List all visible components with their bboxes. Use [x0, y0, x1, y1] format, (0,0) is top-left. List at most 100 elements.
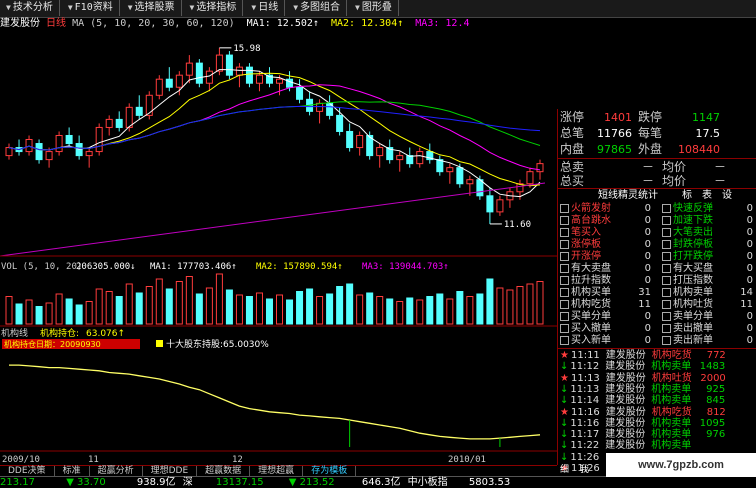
- candle: [316, 99, 324, 124]
- elf-value: 0: [644, 251, 651, 262]
- price-low-label: 11.60: [504, 220, 531, 230]
- status-board[interactable]: 中小板指: [408, 477, 448, 488]
- elf-item-left[interactable]: 机构吃货 11: [560, 299, 651, 311]
- status-amount-1: 938.9亿: [136, 477, 176, 488]
- chevron-down-icon: ▼: [251, 3, 257, 12]
- elf-item-left[interactable]: 涨停板 0: [560, 239, 651, 251]
- candle: [446, 163, 454, 184]
- elf-value: 0: [746, 323, 753, 334]
- toolbar-button-4[interactable]: ▼ 日线: [245, 0, 286, 16]
- checkbox-icon: [560, 323, 569, 333]
- toolbar-button-0[interactable]: ▼ 技术分析: [0, 0, 60, 16]
- elf-item-left[interactable]: 机构买单 31: [560, 287, 651, 299]
- right-tabs: 细 我: [560, 465, 589, 476]
- elf-tab-3[interactable]: 设: [722, 190, 732, 201]
- elf-label: 卖单分单: [673, 311, 713, 322]
- ma-line-20: [8, 84, 541, 171]
- volume-bar: [235, 294, 243, 325]
- tick-row[interactable]: ↓ 11:14 建发股份 机构卖单 845: [560, 395, 725, 407]
- stock-chart[interactable]: 15.98 11.60 VOL (5, 10, 20) 206305.000↓ …: [0, 31, 557, 465]
- elf-item-left[interactable]: 拉升指数 0: [560, 275, 651, 287]
- elf-tab-2[interactable]: 表: [702, 190, 712, 201]
- checkbox-icon: [560, 275, 569, 285]
- elf-item-right[interactable]: 大笔卖出 0: [662, 227, 753, 239]
- status-change-1: ▼ 33.70: [66, 477, 106, 488]
- elf-value: 14: [740, 287, 753, 298]
- candle: [35, 139, 43, 164]
- volume-bar: [466, 296, 474, 325]
- elf-item-left[interactable]: 买入新单 0: [560, 335, 651, 347]
- elf-item-right[interactable]: 有大买盘 0: [662, 263, 753, 275]
- tick-time: 11:14: [570, 395, 600, 407]
- candle: [436, 155, 444, 176]
- tab-detail[interactable]: 细: [560, 465, 569, 475]
- elf-item-right[interactable]: 快速反弹 0: [662, 203, 753, 215]
- tick-time: 11:16: [570, 406, 600, 418]
- tick-value: 812: [706, 406, 726, 418]
- elf-title: 短线精灵统计: [598, 190, 658, 201]
- tick-type: 机构吃货: [651, 350, 692, 361]
- tick-row[interactable]: ★ 11:16 建发股份 机构吃货 812: [560, 407, 726, 419]
- inst-title: 机构线: [1, 327, 28, 339]
- volume-bar: [225, 289, 233, 325]
- tab-mine[interactable]: 我: [580, 465, 589, 475]
- checkbox-icon: [662, 215, 671, 225]
- elf-item-right[interactable]: 卖单分单 0: [662, 311, 753, 323]
- tick-marker-icon: ↓: [560, 440, 569, 452]
- tick-row[interactable]: ★ 11:13 建发股份 机构吐货 2000: [560, 373, 726, 385]
- elf-label: 买入撤单: [571, 323, 611, 334]
- elf-label: 大笔卖出: [673, 227, 713, 238]
- tick-row[interactable]: ↓ 11:12 建发股份 机构卖单 1483: [560, 361, 725, 373]
- elf-item-right[interactable]: 加速下跌 0: [662, 215, 753, 227]
- toolbar-label: 多图组合: [300, 2, 341, 13]
- tick-time: 11:13: [570, 372, 600, 384]
- elf-item-left[interactable]: 火箭发射 0: [560, 203, 651, 215]
- tick-row[interactable]: ↓ 11:16 建发股份 机构卖单 1095: [560, 418, 725, 430]
- elf-tab-1[interactable]: 标: [682, 190, 692, 201]
- candle: [406, 147, 414, 168]
- volume-bar: [175, 281, 183, 325]
- toolbar-button-3[interactable]: ▼ 选择指标: [184, 0, 244, 16]
- candle: [376, 143, 384, 168]
- toolbar-button-6[interactable]: ▼ 图形叠: [349, 0, 399, 16]
- elf-item-left[interactable]: 买入撤单 0: [560, 323, 651, 335]
- elf-item-right[interactable]: 机构吐货 11: [662, 299, 753, 311]
- volume-bar: [25, 299, 33, 325]
- toolbar-button-5[interactable]: ▼ 多图组合: [287, 0, 348, 16]
- candle: [165, 67, 173, 92]
- volume-bar: [125, 283, 133, 325]
- elf-item-right[interactable]: 打压指数 0: [662, 275, 753, 287]
- checkbox-icon: [662, 251, 671, 261]
- period-label[interactable]: 日线: [46, 18, 66, 29]
- top10-label: 十大股东持股:65.0030%: [166, 338, 269, 350]
- volume-bar: [436, 293, 444, 325]
- elf-item-left[interactable]: 开涨停 0: [560, 251, 651, 263]
- tick-marker-icon: ★: [560, 372, 569, 384]
- volume-bar: [165, 288, 173, 325]
- elf-item-right[interactable]: 卖出撤单 0: [662, 323, 753, 335]
- toolbar-button-2[interactable]: ▼ 选择股票: [122, 0, 182, 16]
- elf-item-right[interactable]: 封跌停板 0: [662, 239, 753, 251]
- elf-label: 封跌停板: [673, 239, 713, 250]
- toolbar-button-1[interactable]: ▼ F10资料: [62, 0, 120, 16]
- elf-item-right[interactable]: 打开跌停 0: [662, 251, 753, 263]
- elf-item-left[interactable]: 笔买入 0: [560, 227, 651, 239]
- elf-item-left[interactable]: 买单分单 0: [560, 311, 651, 323]
- status-market[interactable]: 深: [183, 477, 193, 488]
- inst-hold-label: 机构持仓:: [40, 327, 79, 339]
- tick-marker-icon: ★: [560, 350, 569, 361]
- elf-label: 有大买盘: [673, 263, 713, 274]
- elf-item-left[interactable]: 高台跳水 0: [560, 215, 651, 227]
- elf-item-right[interactable]: 机构卖单 14: [662, 287, 753, 299]
- candle: [426, 143, 434, 164]
- elf-item-left[interactable]: 有大卖盘 0: [560, 263, 651, 275]
- volume-bar: [346, 283, 354, 325]
- tick-value: 925: [706, 383, 726, 395]
- elf-item-right[interactable]: 卖出新单 0: [662, 335, 753, 347]
- volume-bar: [476, 293, 484, 325]
- volume-bar: [35, 306, 43, 325]
- tick-row[interactable]: ↓ 11:22 建发股份 机构卖单: [560, 440, 725, 452]
- elf-label: 买单分单: [571, 311, 611, 322]
- stock-name[interactable]: 建发股份: [0, 18, 40, 29]
- totals-label-2: 均价: [662, 160, 687, 174]
